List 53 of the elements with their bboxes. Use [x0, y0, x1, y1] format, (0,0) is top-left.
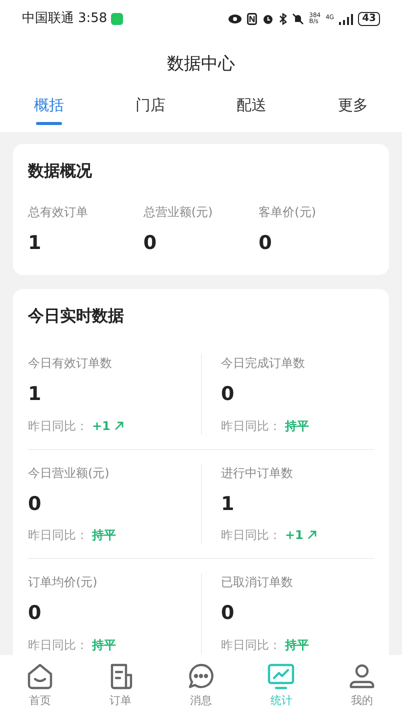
muted-bell-icon	[292, 13, 304, 25]
chat-app-icon	[111, 13, 124, 25]
nav-item[interactable]: 消息	[170, 661, 231, 710]
compare-label: 昨日同比：	[221, 527, 281, 544]
card-title: 数据概况	[28, 160, 92, 182]
compare-label: 昨日同比：	[28, 636, 88, 654]
metric-value: 1	[28, 382, 42, 407]
metric-label: 已取消订单数	[221, 574, 293, 591]
card-title: 今日实时数据	[28, 305, 124, 327]
stat-label: 总营业额(元)	[143, 204, 213, 220]
stat-value: 0	[258, 230, 272, 256]
signal-icon	[339, 14, 354, 24]
metric-value: 0	[221, 382, 234, 407]
compare-label: 昨日同比：	[28, 527, 88, 544]
eye-icon	[228, 14, 242, 24]
metric-label: 订单均价(元)	[28, 574, 98, 591]
metric-value: 0	[221, 601, 234, 626]
compare-label: 昨日同比：	[221, 418, 281, 434]
compare-value: 持平	[92, 527, 116, 544]
bluetooth-icon	[279, 13, 288, 25]
compare-value: 持平	[92, 636, 116, 654]
metric-label: 今日营业额(元)	[28, 464, 110, 482]
tab[interactable]: 配送	[236, 94, 267, 132]
compare-value: +1	[92, 418, 110, 434]
clock-text: 3:58	[78, 10, 108, 28]
nav-item[interactable]: 订单	[90, 661, 151, 710]
stat-value: 1	[28, 230, 42, 256]
compare-label: 昨日同比：	[221, 636, 281, 654]
metric-value: 0	[28, 492, 42, 516]
compare-value: +1	[285, 527, 304, 544]
stat-label: 总有效订单	[28, 204, 88, 220]
compare-label: 昨日同比：	[28, 418, 88, 434]
tab[interactable]: 概括	[34, 94, 64, 132]
alarm-icon	[262, 13, 274, 25]
nav-item[interactable]: 统计	[251, 661, 312, 710]
nav-item[interactable]: 首页	[10, 661, 70, 710]
metric-label: 进行中订单数	[221, 464, 293, 482]
compare-value: 持平	[285, 418, 309, 434]
nav-item[interactable]: 我的	[332, 661, 392, 710]
stat-label: 客单价(元)	[258, 204, 316, 220]
tab[interactable]: 门店	[135, 94, 166, 132]
battery-indicator: 43	[358, 12, 380, 26]
metric-label: 今日有效订单数	[28, 355, 112, 372]
metric-label: 今日完成订单数	[221, 355, 305, 372]
chart-monitor-icon	[266, 661, 296, 691]
metric-value: 0	[28, 601, 42, 626]
tab[interactable]: 更多	[338, 94, 368, 132]
page-title: 数据中心	[167, 53, 235, 76]
carrier-text: 中国联通	[22, 10, 74, 28]
metric-value: 1	[221, 492, 234, 516]
nfc-icon	[247, 13, 258, 25]
stat-value: 0	[143, 230, 157, 256]
compare-value: 持平	[285, 636, 309, 654]
